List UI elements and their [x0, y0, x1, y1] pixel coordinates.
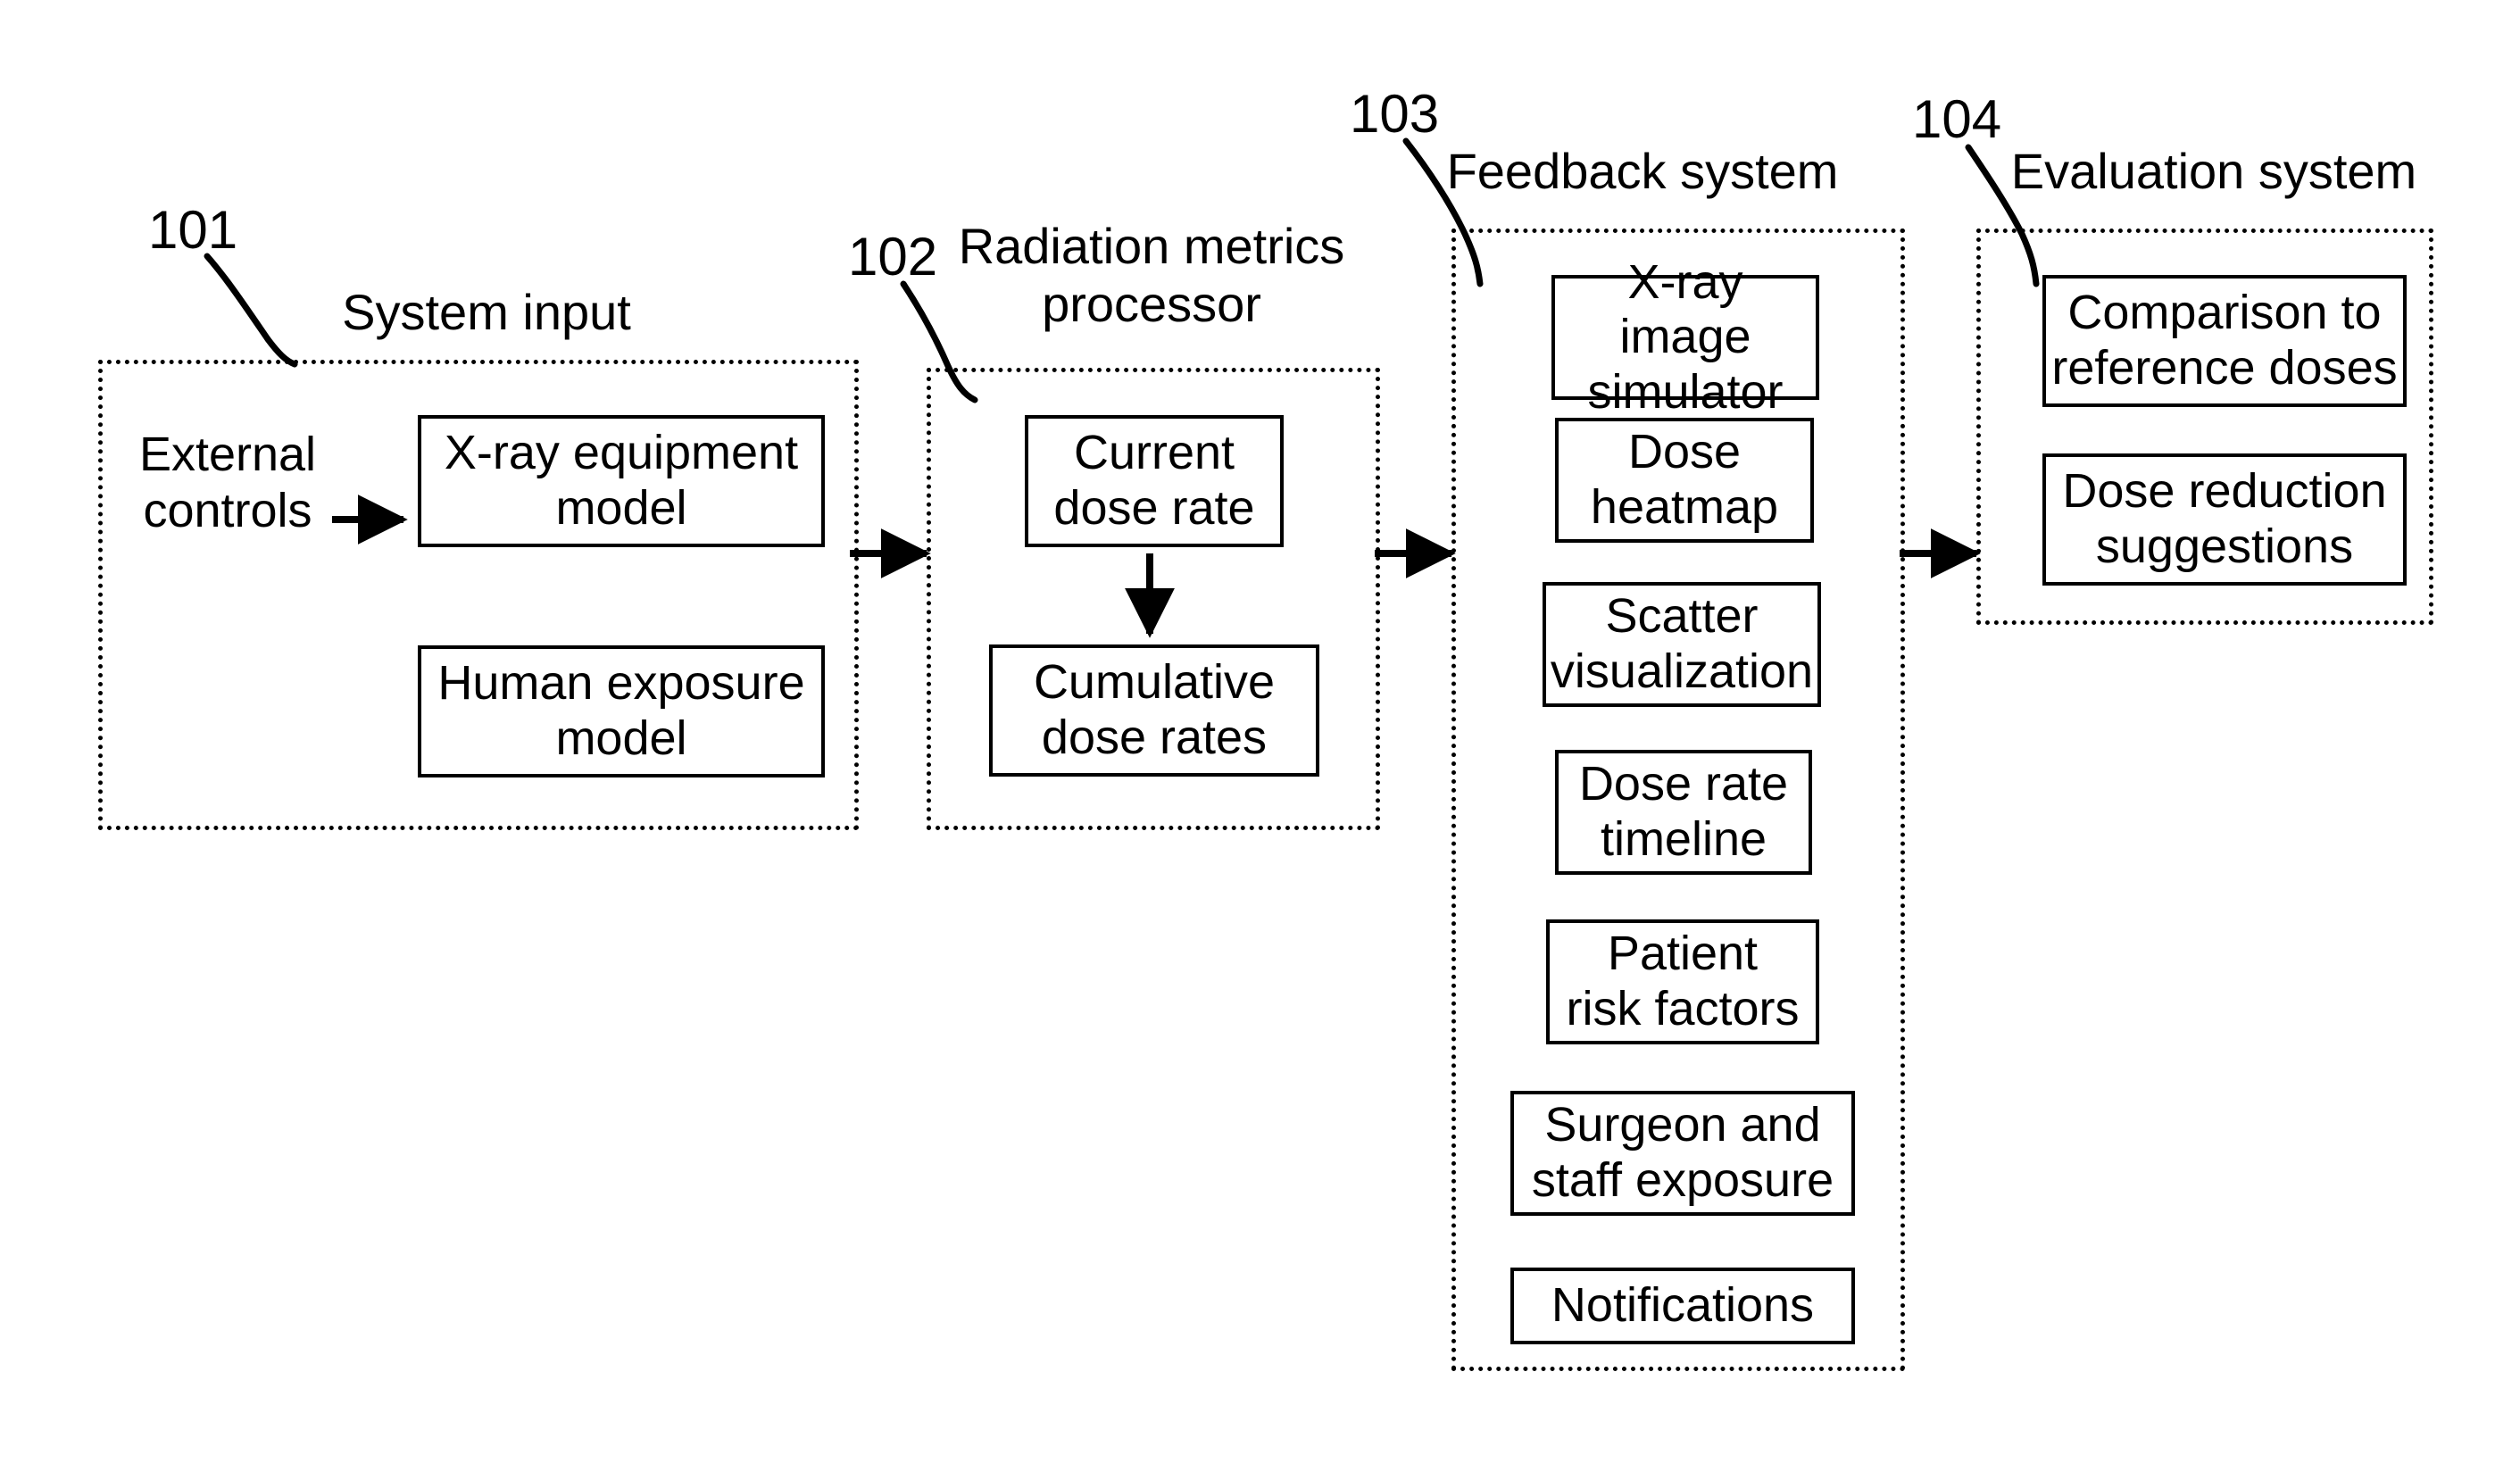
- leader-line-101: [204, 253, 298, 368]
- reference-numeral-104: 104: [1912, 89, 2002, 149]
- box-human-exposure-model[interactable]: Human exposure model: [418, 645, 825, 777]
- box-patient-risk-factors[interactable]: Patient risk factors: [1546, 919, 1819, 1044]
- caption-radiation-metrics-processor: Radiation metrics processor: [958, 218, 1345, 332]
- patent-figure: 101 102 103 104 System input Radiation m…: [0, 0, 2520, 1480]
- caption-evaluation-system: Evaluation system: [2010, 143, 2417, 199]
- label-external-controls: External controls: [138, 428, 317, 537]
- reference-numeral-101: 101: [148, 200, 238, 260]
- box-dose-heatmap[interactable]: Dose heatmap: [1555, 418, 1814, 543]
- box-current-dose-rate[interactable]: Current dose rate: [1025, 415, 1284, 547]
- box-scatter-visualization[interactable]: Scatter visualization: [1543, 582, 1821, 707]
- reference-numeral-103: 103: [1350, 84, 1440, 144]
- box-notifications[interactable]: Notifications: [1510, 1268, 1855, 1344]
- box-xray-image-simulator[interactable]: X-ray image simulator: [1551, 255, 1819, 419]
- caption-feedback-system: Feedback system: [1446, 143, 1839, 199]
- box-comparison-to-reference-doses[interactable]: Comparison to reference doses: [2042, 275, 2407, 407]
- caption-system-input: System input: [342, 284, 631, 340]
- box-surgeon-staff-exposure[interactable]: Surgeon and staff exposure: [1510, 1091, 1855, 1216]
- box-cumulative-dose-rates[interactable]: Cumulative dose rates: [989, 644, 1319, 777]
- box-dose-rate-timeline[interactable]: Dose rate timeline: [1555, 750, 1812, 875]
- box-xray-equipment-model[interactable]: X-ray equipment model: [418, 415, 825, 547]
- box-dose-reduction-suggestions[interactable]: Dose reduction suggestions: [2042, 453, 2407, 586]
